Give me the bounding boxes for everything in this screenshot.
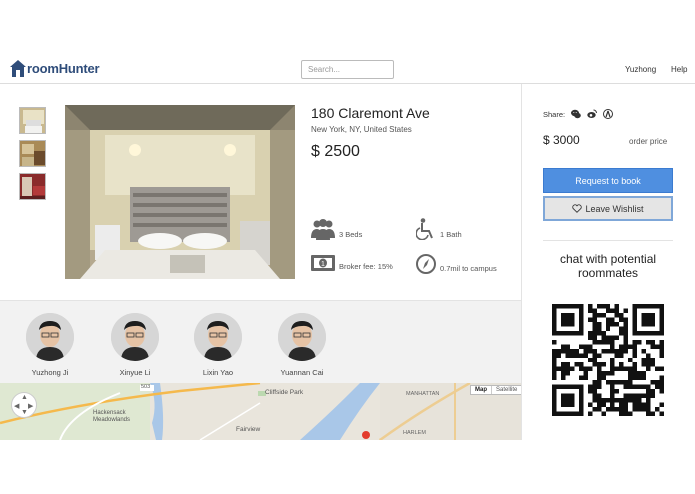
roommate-card[interactable]: Xinyue Li xyxy=(95,313,175,377)
broker-label: Broker fee: 15% xyxy=(339,262,393,271)
beds-label: 3 Beds xyxy=(339,230,363,239)
divider xyxy=(543,240,673,241)
main-listing-photo[interactable] xyxy=(65,105,295,279)
booking-sidebar: Share: $ 3000 order price Request to boo… xyxy=(522,84,695,440)
roommate-name: Yuzhong Ji xyxy=(31,368,69,377)
search-input[interactable] xyxy=(301,60,394,79)
chevron-down-icon[interactable]: ▼ xyxy=(21,409,28,416)
avatar xyxy=(26,313,74,361)
wheelchair-icon xyxy=(416,218,433,240)
top-navbar: roomHunter Yuzhong Help xyxy=(0,57,695,84)
photo-thumbnail[interactable] xyxy=(19,140,46,167)
map-label-cliffside: Cliffside Park xyxy=(265,389,304,396)
heart-icon xyxy=(572,204,583,213)
distance-label: 0.7mil to campus xyxy=(440,264,497,273)
people-icon xyxy=(311,219,335,240)
map-label-fairview: Fairview xyxy=(236,426,261,433)
weibo-icon[interactable] xyxy=(587,109,598,119)
share-row: Share: xyxy=(543,109,614,119)
map-label-harlem: HARLEM xyxy=(403,430,426,436)
roommate-name: Lixin Yao xyxy=(202,368,234,377)
brand-name: roomHunter xyxy=(27,61,100,76)
listing-title: 180 Claremont Ave xyxy=(311,105,430,121)
map-label-hackensack: Hackensack Meadowlands xyxy=(93,410,131,423)
brand-logo[interactable]: roomHunter xyxy=(10,60,100,77)
location-map[interactable]: 503 Cliffside Park Fairview Hackensack M… xyxy=(0,383,521,440)
map-pan-control[interactable]: ▲ ◀ ▶ ▼ xyxy=(11,392,37,418)
feature-bath: 1 Bath xyxy=(416,218,462,240)
photo-thumbnail[interactable] xyxy=(19,107,46,134)
map-type-map[interactable]: Map xyxy=(471,386,491,394)
chevron-left-icon[interactable]: ◀ xyxy=(14,402,19,410)
svg-text:1: 1 xyxy=(321,261,325,268)
nav-help-link[interactable]: Help xyxy=(671,65,687,74)
chevron-right-icon[interactable]: ▶ xyxy=(28,402,33,410)
roommate-name: Xinyue Li xyxy=(119,368,151,377)
renren-icon[interactable] xyxy=(603,109,614,119)
roommate-name: Yuannan Cai xyxy=(280,368,324,377)
listing-location: New York, NY, United States xyxy=(311,125,412,134)
request-to-book-button[interactable]: Request to book xyxy=(543,168,673,193)
qr-code[interactable] xyxy=(552,304,664,416)
avatar xyxy=(278,313,326,361)
leave-wishlist-label: Leave Wishlist xyxy=(585,203,644,214)
money-icon: 1 xyxy=(311,255,335,271)
feature-broker: 1 Broker fee: 15% xyxy=(311,254,393,272)
order-price-label: order price xyxy=(629,137,668,146)
avatar xyxy=(111,313,159,361)
order-price: $ 3000 xyxy=(543,133,580,147)
roommates-section: Yuzhong Ji Xinyue Li Lixin Yao Yuannan C… xyxy=(0,300,521,383)
wechat-icon[interactable] xyxy=(571,109,581,119)
leave-wishlist-button[interactable]: Leave Wishlist xyxy=(543,196,673,221)
bath-label: 1 Bath xyxy=(440,230,462,239)
route-label: 503 xyxy=(141,384,151,390)
map-type-satellite[interactable]: Satellite xyxy=(491,386,521,394)
avatar xyxy=(194,313,242,361)
feature-beds: 3 Beds xyxy=(311,218,362,240)
feature-distance: 0.7mil to campus xyxy=(416,254,497,274)
roommate-card[interactable]: Yuzhong Ji xyxy=(10,313,90,377)
map-type-toggle: Map Satellite xyxy=(470,385,521,395)
chat-title: chat with potential roommates xyxy=(559,252,657,280)
roommate-card[interactable]: Lixin Yao xyxy=(178,313,258,377)
chevron-up-icon[interactable]: ▲ xyxy=(21,394,28,401)
compass-icon xyxy=(416,254,436,274)
roommate-card[interactable]: Yuannan Cai xyxy=(262,313,342,377)
listing-panel: 180 Claremont Ave New York, NY, United S… xyxy=(0,84,522,440)
share-label: Share: xyxy=(543,109,566,119)
house-icon xyxy=(10,60,26,77)
map-label-manhattan: MANHATTAN xyxy=(406,391,440,397)
listing-price: $ 2500 xyxy=(311,143,360,160)
photo-thumbnail[interactable] xyxy=(19,173,46,200)
nav-user-link[interactable]: Yuzhong xyxy=(625,65,656,74)
